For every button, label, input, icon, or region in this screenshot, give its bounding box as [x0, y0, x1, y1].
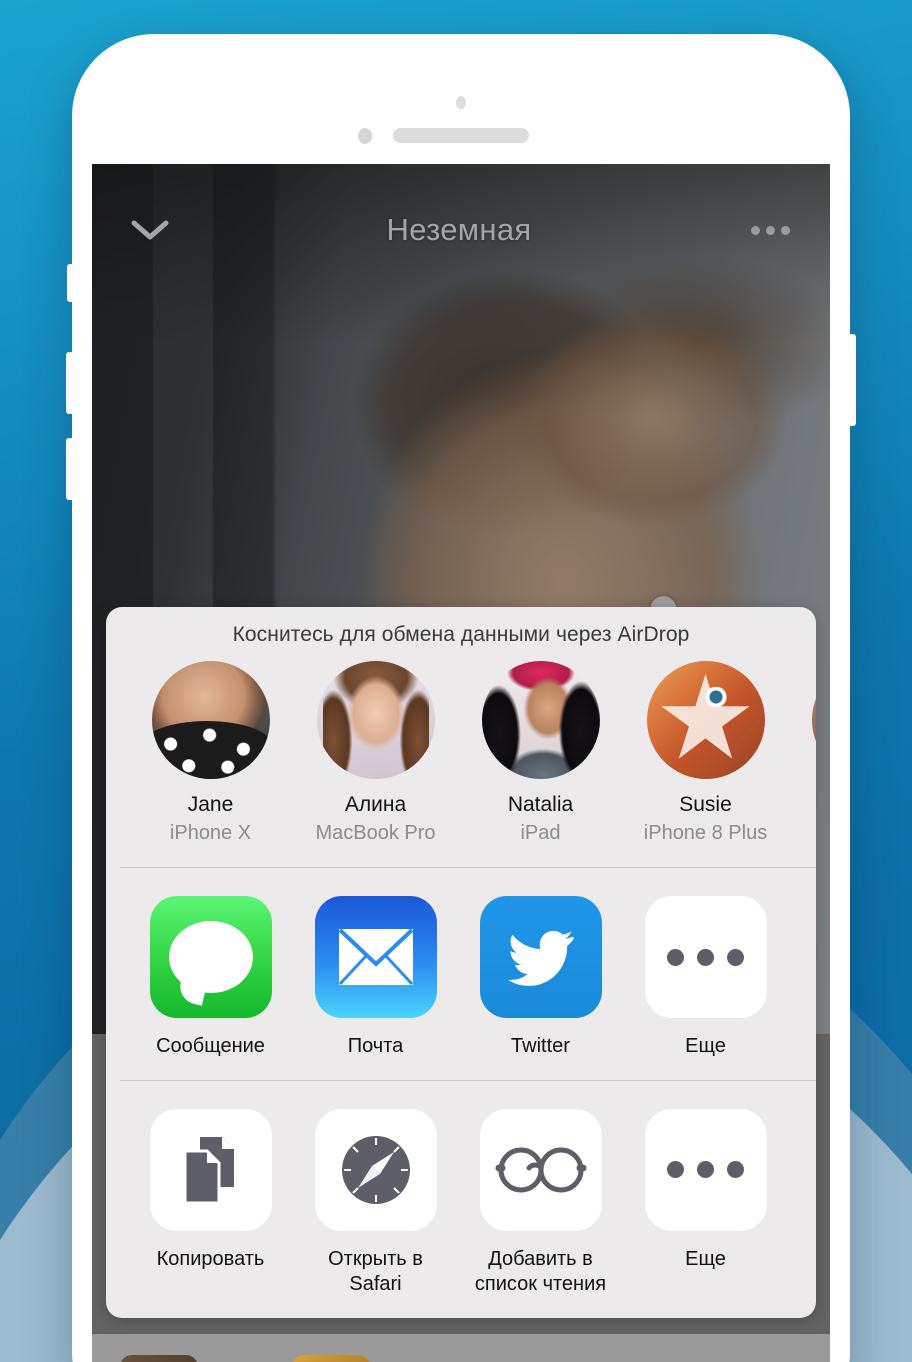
phone-device-frame: Неземная Коснитесь для обмена данными че… [66, 34, 856, 1362]
share-action-copy[interactable]: Копировать [128, 1108, 293, 1298]
avatar [646, 661, 765, 779]
glasses-icon [479, 1108, 602, 1231]
share-app-mail[interactable]: Почта [293, 896, 458, 1060]
safari-icon [314, 1108, 437, 1231]
airdrop-contact-name: Natalia [507, 793, 574, 816]
ellipsis-dots [667, 948, 744, 966]
airdrop-contacts-row[interactable]: Jane iPhone X Алина MacBook Pro Natalia … [106, 661, 816, 867]
more-icon [644, 1108, 767, 1231]
avatar [316, 661, 435, 779]
share-apps-row[interactable]: Сообщение Почта Twitter Еще [106, 868, 816, 1080]
share-app-twitter[interactable]: Twitter [458, 896, 623, 1060]
messages-icon [149, 896, 272, 1018]
mute-switch-button[interactable] [67, 264, 74, 302]
airdrop-contact-jane[interactable]: Jane iPhone X [128, 661, 293, 845]
twitter-icon [479, 896, 602, 1018]
share-action-label: Копировать [156, 1247, 265, 1270]
airdrop-contact-device: iPhone 8 Plus [643, 822, 768, 844]
share-actions-row[interactable]: Копировать Открыть в Safari Добавить в с… [106, 1081, 816, 1318]
airdrop-contact-device: MacBook Pro [315, 822, 436, 844]
airdrop-contact-partial[interactable]: i [788, 661, 816, 845]
share-app-label: Почта [347, 1035, 404, 1057]
share-action-label: Еще [685, 1247, 726, 1270]
background-thumbnail [120, 1355, 198, 1362]
share-action-label: Открыть в Safari [328, 1247, 423, 1296]
speech-bubble-shape [168, 921, 253, 993]
share-app-more[interactable]: Еще [623, 896, 788, 1060]
share-sheet: Коснитесь для обмена данными через AirDr… [106, 607, 816, 1318]
share-app-label: Сообщение [156, 1035, 265, 1057]
volume-down-button[interactable] [66, 438, 74, 500]
airdrop-contact-susie[interactable]: Susie iPhone 8 Plus [623, 661, 788, 845]
share-app-label: Twitter [511, 1035, 570, 1057]
avatar [811, 661, 816, 779]
share-app-messages[interactable]: Сообщение [128, 896, 293, 1060]
airdrop-contact-natalia[interactable]: Natalia iPad [458, 661, 623, 845]
background-thumbnail [292, 1355, 370, 1362]
ellipsis-dots [667, 1161, 744, 1179]
share-action-more[interactable]: Еще [623, 1108, 788, 1298]
avatar [481, 661, 600, 779]
share-action-add-to-reading-list[interactable]: Добавить в список чтения [458, 1108, 623, 1298]
share-action-open-in-safari[interactable]: Открыть в Safari [293, 1108, 458, 1298]
earpiece-speaker [393, 128, 529, 143]
airdrop-contact-device: iPad [520, 822, 561, 844]
power-button[interactable] [848, 334, 856, 426]
airdrop-title: Коснитесь для обмена данными через AirDr… [232, 623, 690, 646]
phone-screen: Неземная Коснитесь для обмена данными че… [92, 164, 830, 1362]
more-icon [644, 896, 767, 1018]
airdrop-contact-name: Jane [187, 793, 234, 816]
volume-up-button[interactable] [66, 352, 74, 414]
airdrop-contact-name: Алина [344, 793, 407, 816]
avatar [151, 661, 270, 779]
airdrop-contact-name: Susie [679, 793, 732, 816]
background-list-row [92, 1334, 830, 1362]
share-app-label: Еще [685, 1035, 726, 1057]
airdrop-contact-device: iPhone X [169, 822, 252, 844]
front-camera-icon [358, 128, 372, 144]
airdrop-contact-alina[interactable]: Алина MacBook Pro [293, 661, 458, 845]
proximity-sensor [456, 96, 466, 109]
screenshot-stage: Неземная Коснитесь для обмена данными че… [0, 0, 912, 1362]
mail-icon [314, 896, 437, 1018]
copy-icon [149, 1108, 272, 1231]
share-action-label: Добавить в список чтения [474, 1247, 607, 1296]
